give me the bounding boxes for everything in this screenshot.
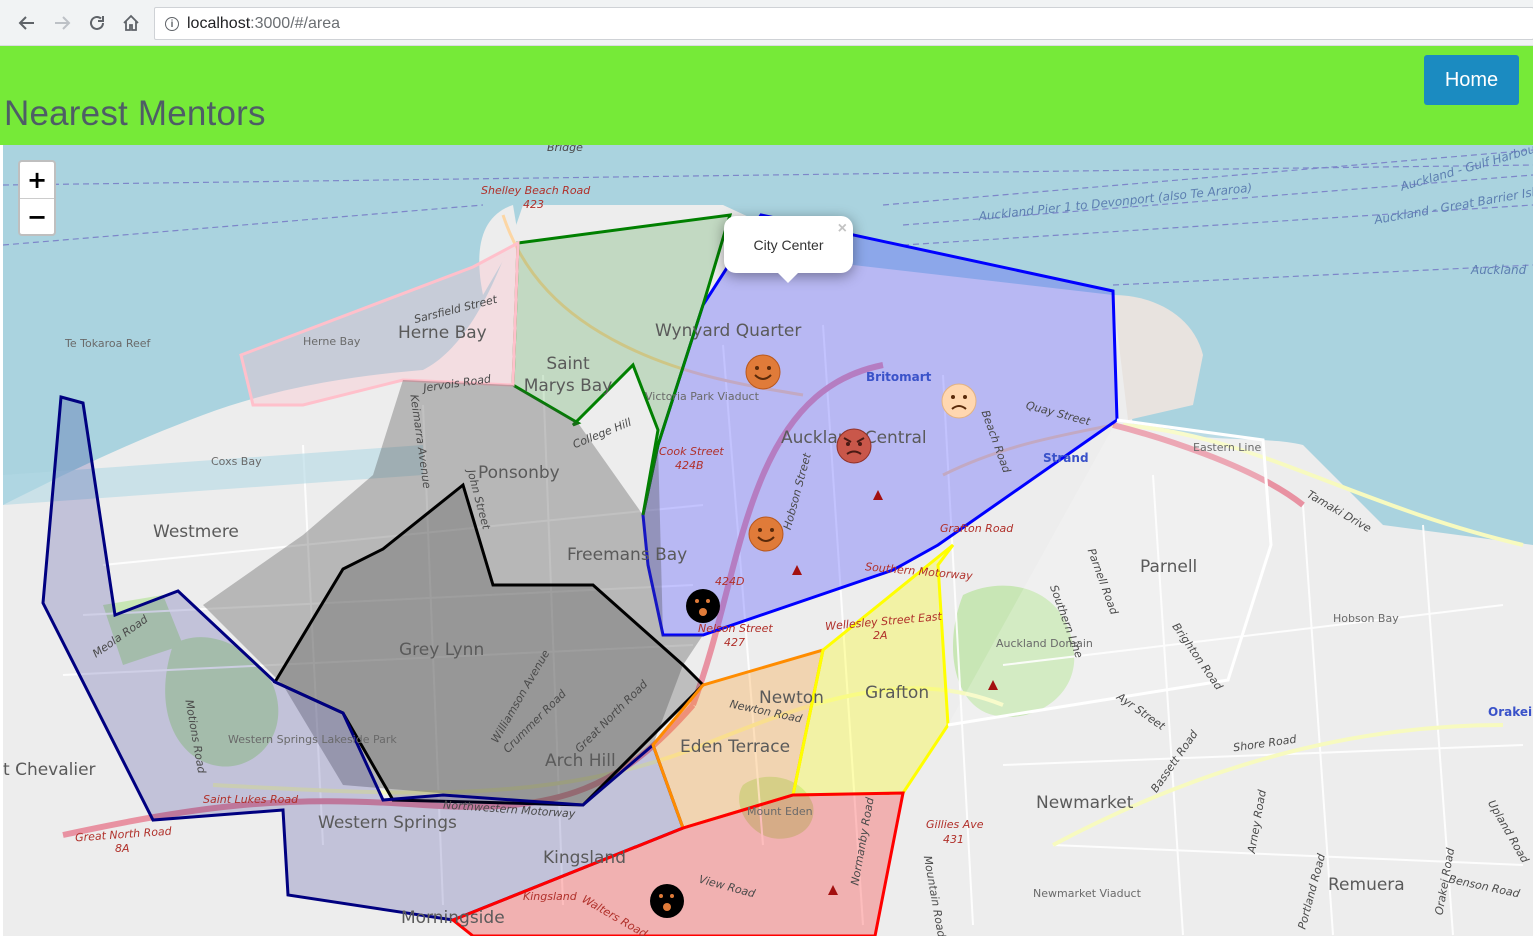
url-text: localhost:3000/#/area xyxy=(187,14,341,32)
area-label: Western Springs xyxy=(318,813,457,833)
home-nav-button[interactable] xyxy=(118,10,144,36)
mentor-marker-sad[interactable] xyxy=(941,383,977,419)
happy-face-icon xyxy=(748,516,784,552)
mentor-marker-shocked[interactable] xyxy=(685,588,721,624)
place-label: Western Springs Lakeside Park xyxy=(228,733,397,746)
road-label: Grafton Road xyxy=(940,522,1014,535)
home-icon xyxy=(123,14,139,31)
area-label: Wynyard Quarter xyxy=(655,321,802,341)
mentor-marker-shocked[interactable] xyxy=(649,883,685,919)
area-label: Parnell xyxy=(1140,557,1198,577)
area-label: Kingsland xyxy=(543,848,626,868)
place-label: Mount Eden xyxy=(747,805,813,818)
angry-face-icon xyxy=(836,428,872,464)
area-label: t Chevalier xyxy=(3,760,96,780)
place-label: Newmarket Viaduct xyxy=(1033,887,1141,900)
area-label: Herne Bay xyxy=(398,323,487,343)
address-bar[interactable]: i localhost:3000/#/area xyxy=(154,7,1533,40)
area-label: Westmere xyxy=(153,522,239,542)
place-label: Herne Bay xyxy=(303,335,361,348)
shocked-face-icon xyxy=(650,884,684,918)
zoom-out-button[interactable]: − xyxy=(20,199,54,234)
browser-toolbar: i localhost:3000/#/area xyxy=(0,0,1533,46)
road-label: Gillies Ave xyxy=(926,818,984,831)
road-label: 8A xyxy=(115,842,130,855)
place-label: Hobson Bay xyxy=(1333,612,1399,625)
ferry-route-label: Auckland xyxy=(1471,263,1527,277)
road-label: 424B xyxy=(675,459,704,472)
info-icon: i xyxy=(165,16,179,31)
road-label: 424D xyxy=(715,575,745,588)
road-label: Shelley Beach Road xyxy=(481,184,591,197)
zoom-control: + − xyxy=(18,160,56,236)
forward-arrow-icon xyxy=(55,16,71,30)
place-label: Eastern Line xyxy=(1193,441,1262,454)
road-label: 427 xyxy=(724,636,745,649)
city-center-popup: × City Center xyxy=(724,216,853,283)
road-label: 423 xyxy=(523,198,544,211)
mentor-marker-happy[interactable] xyxy=(745,354,781,390)
app-header: Nearest Mentors Home xyxy=(0,46,1533,145)
back-arrow-icon xyxy=(18,16,34,30)
reload-button[interactable] xyxy=(84,10,110,36)
area-label: Ponsonby xyxy=(478,463,560,483)
place-label: Coxs Bay xyxy=(211,455,262,468)
shocked-face-icon xyxy=(686,589,720,623)
reload-icon xyxy=(90,15,104,30)
place-label: Strand xyxy=(1043,451,1089,465)
happy-face-icon xyxy=(745,354,781,390)
home-button[interactable]: Home xyxy=(1424,55,1519,105)
popup-tip xyxy=(777,272,799,283)
area-label: Eden Terrace xyxy=(680,737,791,757)
popup-close-button[interactable]: × xyxy=(838,220,847,238)
area-label: Newmarket xyxy=(1036,793,1134,813)
area-label: Morningside xyxy=(401,908,505,928)
mentor-marker-happy[interactable] xyxy=(748,516,784,552)
mentor-marker-angry[interactable] xyxy=(836,428,872,464)
place-label: Te Tokaroa Reef xyxy=(65,337,151,350)
area-label: Freemans Bay xyxy=(567,545,688,565)
page-title: Nearest Mentors xyxy=(4,94,266,133)
area-label: Grey Lynn xyxy=(399,640,485,660)
road-label: Saint Lukes Road xyxy=(203,793,299,806)
road-label: 431 xyxy=(943,833,964,846)
road-label: Kingsland xyxy=(523,890,577,903)
forward-button[interactable] xyxy=(49,10,75,36)
area-label: Grafton xyxy=(865,683,930,703)
popup-text: City Center xyxy=(753,237,824,253)
area-label: Saint Marys Bay xyxy=(523,354,613,396)
place-label: Britomart xyxy=(866,370,932,384)
back-button[interactable] xyxy=(14,10,40,36)
place-label: Orakei xyxy=(1488,705,1533,719)
road-label: Bridge xyxy=(547,145,583,154)
road-label: Cook Street xyxy=(659,445,724,458)
sad-face-icon xyxy=(941,383,977,419)
place-label: Victoria Park Viaduct xyxy=(645,390,759,403)
area-label: Remuera xyxy=(1328,875,1405,895)
zoom-in-button[interactable]: + xyxy=(20,162,54,199)
road-label: 2A xyxy=(873,629,888,642)
map[interactable]: Herne Bay Saint Marys Bay Ponsonby Westm… xyxy=(3,145,1533,936)
